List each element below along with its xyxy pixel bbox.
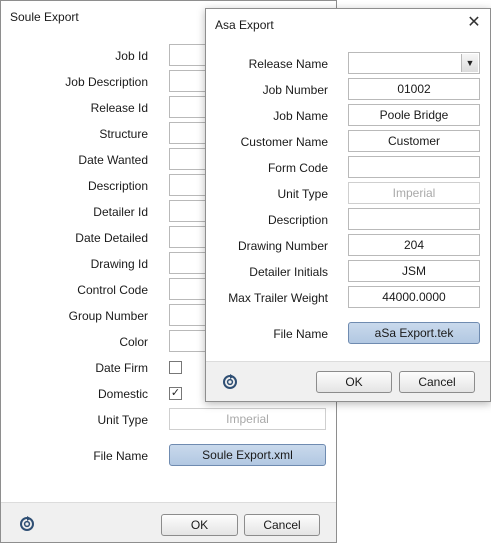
refresh-icon[interactable] [17,513,37,533]
soule-color-label: Color [119,335,148,349]
soule-file-name-label: File Name [93,449,148,463]
asa-drawing-number-field[interactable]: 204 [348,234,480,256]
asa-detailer-initials-label: Detailer Initials [249,265,328,279]
soule-domestic-checkbox[interactable]: ✓ [169,387,182,400]
soule-structure-label: Structure [99,127,148,141]
asa-cancel-button[interactable]: Cancel [399,371,475,393]
soule-detailer-id-label: Detailer Id [93,205,148,219]
soule-date-firm-label: Date Firm [95,361,148,375]
soule-job-description-label: Job Description [65,75,148,89]
soule-ok-button[interactable]: OK [161,514,238,536]
checkmark-icon: ✓ [170,387,181,399]
asa-unit-type-label: Unit Type [277,187,328,201]
chevron-down-icon[interactable]: ▼ [461,54,478,72]
soule-drawing-id-label: Drawing Id [90,257,148,271]
asa-customer-name-label: Customer Name [240,135,328,149]
soule-job-id-label: Job Id [115,49,148,63]
soule-date-detailed-label: Date Detailed [75,231,148,245]
asa-release-name-dropdown[interactable]: ▼ [348,52,480,74]
asa-dialog-footer: OK Cancel [206,361,490,401]
soule-cancel-button[interactable]: Cancel [244,514,320,536]
soule-group-number-label: Group Number [68,309,148,323]
asa-detailer-initials-field[interactable]: JSM [348,260,480,282]
asa-description-field[interactable] [348,208,480,230]
soule-control-code-label: Control Code [77,283,148,297]
asa-file-name-button[interactable]: aSa Export.tek [348,322,480,344]
soule-unit-type-field: Imperial [169,408,326,430]
soule-description-label: Description [87,179,148,193]
asa-file-name-label: File Name [273,327,328,341]
asa-unit-type-field: Imperial [348,182,480,204]
asa-max-trailer-weight-label: Max Trailer Weight [228,291,328,305]
soule-date-firm-checkbox[interactable] [169,361,182,374]
asa-dialog-title: Asa Export [215,18,274,32]
asa-customer-name-field[interactable]: Customer [348,130,480,152]
asa-description-label: Description [267,213,328,227]
asa-max-trailer-weight-field[interactable]: 44000.0000 [348,286,480,308]
soule-domestic-label: Domestic [97,387,148,401]
asa-job-name-label: Job Name [273,109,328,123]
asa-ok-button[interactable]: OK [316,371,392,393]
refresh-icon[interactable] [220,371,240,391]
asa-export-dialog: Asa Export ✕ Release Name ▼ Job Number 0… [205,8,491,402]
soule-date-wanted-label: Date Wanted [78,153,148,167]
asa-job-number-label: Job Number [262,83,328,97]
asa-form-code-label: Form Code [267,161,328,175]
soule-release-id-label: Release Id [90,101,148,115]
soule-unit-type-label: Unit Type [97,413,148,427]
asa-job-number-field[interactable]: 01002 [348,78,480,100]
asa-form-code-field[interactable] [348,156,480,178]
asa-release-name-label: Release Name [248,57,328,71]
asa-job-name-field[interactable]: Poole Bridge [348,104,480,126]
close-icon[interactable]: ✕ [466,15,482,31]
soule-dialog-footer: OK Cancel [1,502,336,542]
asa-drawing-number-label: Drawing Number [237,239,328,253]
soule-file-name-button[interactable]: Soule Export.xml [169,444,326,466]
soule-dialog-title: Soule Export [10,10,79,24]
